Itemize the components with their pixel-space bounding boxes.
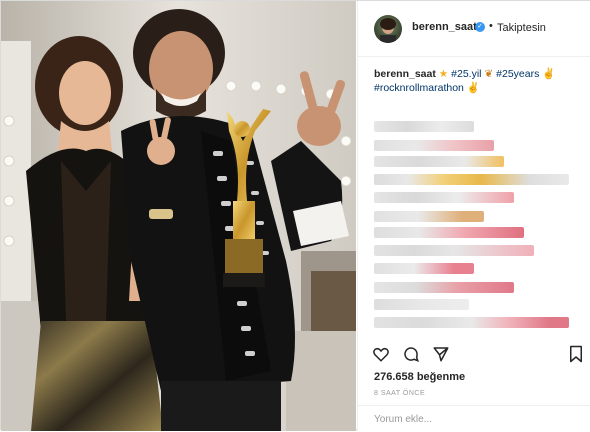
bookmark-icon[interactable] [568,345,584,363]
avatar-image [380,18,396,43]
post-sidebar: berenn_saat ✓ • Takiptesin berenn_saat ★… [357,1,590,431]
likes-count[interactable]: 276.658 beğenme [374,371,465,383]
butterfly-emoji-icon: ❦ [484,68,494,80]
blurred-comment-line [374,174,569,185]
blurred-comment-line [374,227,524,238]
blurred-comment-line [374,317,569,328]
post-actions [358,341,590,369]
blurred-comment-line [374,263,474,274]
star-emoji-icon: ★ [438,68,449,80]
blurred-comment-line [374,156,504,167]
avatar[interactable] [374,15,402,43]
hashtag-rocknrollmarathon[interactable]: #rocknrollmarathon [374,82,464,94]
blurred-comment-line [374,211,484,222]
blurred-comment-line [374,192,514,203]
post-timestamp: 8 SAAT ÖNCE [374,390,426,397]
heart-icon[interactable] [372,345,390,363]
blurred-comment-line [374,299,469,310]
post-username[interactable]: berenn_saat [412,21,477,33]
blurred-comment-line [374,282,514,293]
hashtag-25-years[interactable]: #25years [496,68,539,80]
hashtag-25-yil[interactable]: #25.yil [451,68,481,80]
share-icon[interactable] [432,345,450,363]
rock-hand-emoji-icon: ✌ [542,68,556,80]
post-photo[interactable] [1,1,356,431]
blurred-comment-line [374,140,494,151]
blurred-comment-line [374,121,474,132]
caption-username[interactable]: berenn_saat [374,68,436,80]
comment-icon[interactable] [402,345,420,363]
comment-bar [358,405,590,432]
verified-badge-icon: ✓ [475,22,485,32]
following-button[interactable]: Takiptesin [497,22,546,34]
photo-illustration [1,1,356,431]
post-card: berenn_saat ✓ • Takiptesin berenn_saat ★… [0,0,590,431]
post-header: berenn_saat ✓ • Takiptesin [358,1,590,57]
post-caption: berenn_saat ★ #25.yil ❦ #25years ✌ #rock… [374,67,579,95]
separator-dot: • [489,20,493,32]
blurred-comment-line [374,245,534,256]
rock-hand-emoji-icon: ✌ [466,82,480,94]
comment-input[interactable] [374,414,574,425]
